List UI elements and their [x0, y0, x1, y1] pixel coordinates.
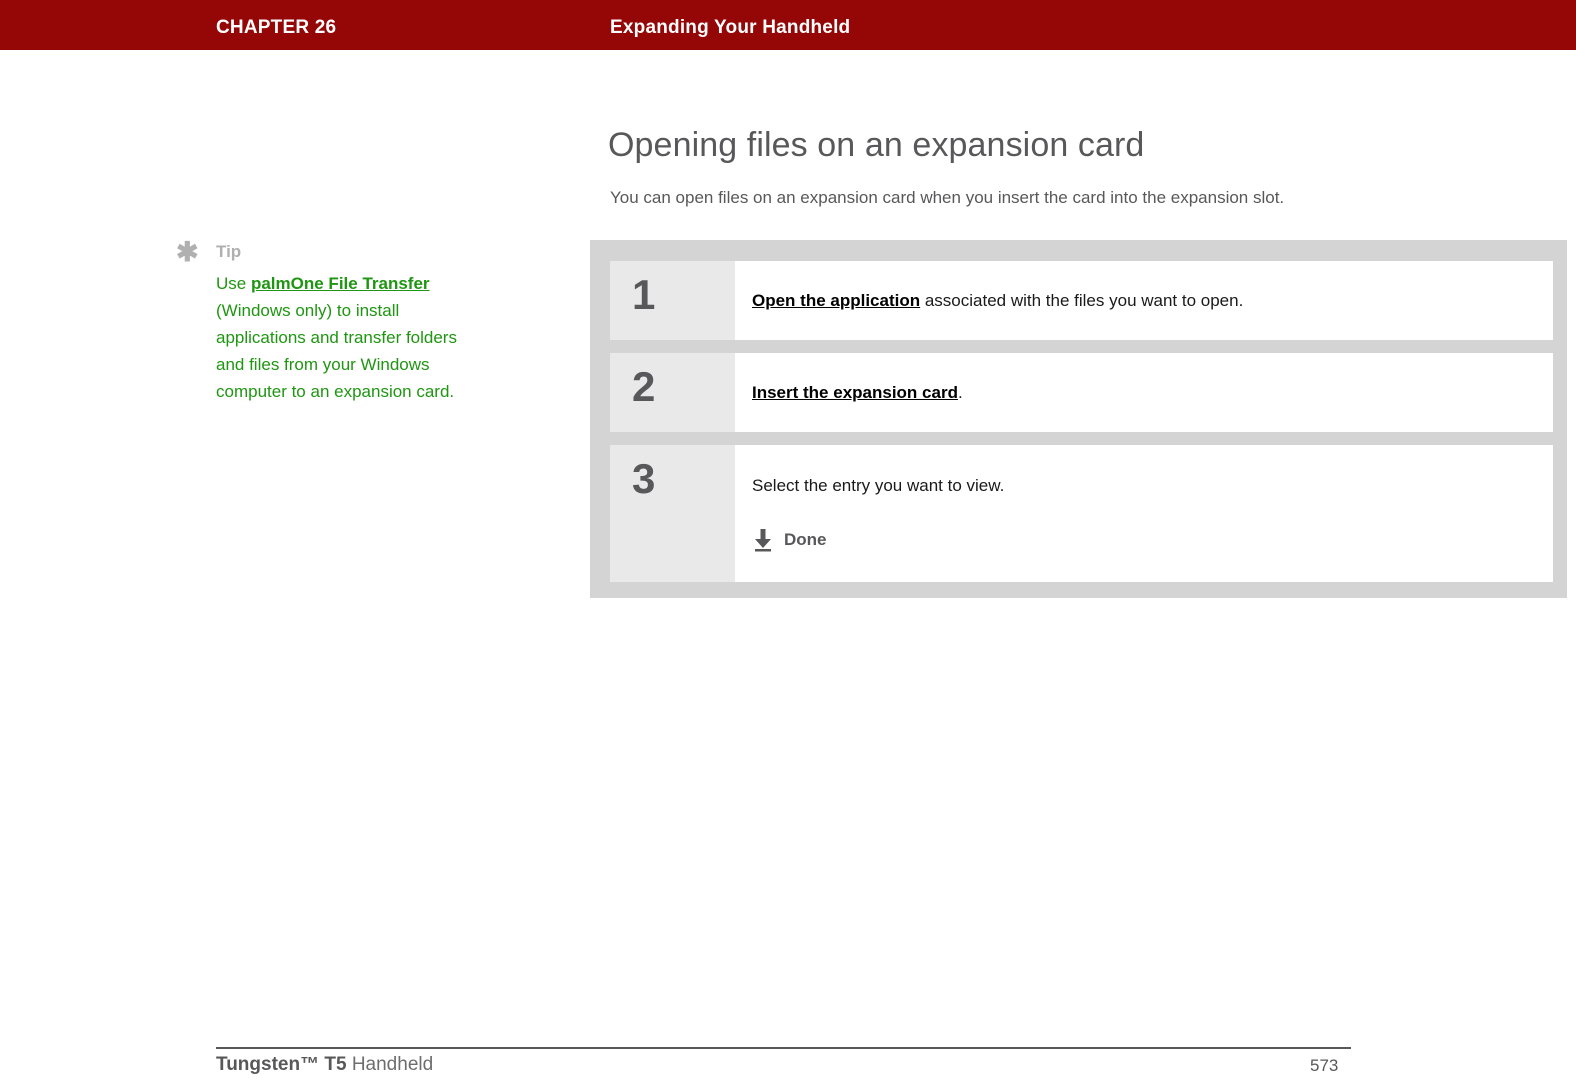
chapter-title: Expanding Your Handheld — [610, 17, 851, 38]
footer-divider — [216, 1047, 1351, 1049]
page-intro-text: You can open files on an expansion card … — [610, 188, 1285, 207]
chapter-label: CHAPTER 26 — [216, 17, 337, 38]
tip-text-before: Use — [216, 274, 251, 293]
page-title: Opening files on an expansion card — [608, 126, 1145, 164]
step-text: Insert the expansion card. — [752, 382, 1533, 404]
step-text: Select the entry you want to view. — [752, 476, 1005, 495]
step-number-cell: 3 — [610, 445, 735, 582]
tip-callout: ✱ Tip Use palmOne File Transfer (Windows… — [176, 237, 476, 402]
palmone-file-transfer-link[interactable]: palmOne File Transfer — [251, 274, 430, 293]
step-content-cell: Open the application associated with the… — [735, 261, 1553, 340]
tip-body: Use palmOne File Transfer (Windows only)… — [216, 270, 468, 405]
step-content-cell: Select the entry you want to view. Done — [735, 445, 1553, 582]
step-row: 1 Open the application associated with t… — [610, 261, 1553, 340]
footer-product-name: Tungsten™ T5 Handheld — [216, 1054, 433, 1076]
footer-product-suffix: Handheld — [346, 1054, 434, 1075]
footer-product-bold: Tungsten™ T5 — [216, 1054, 347, 1075]
download-arrow-icon — [755, 529, 771, 552]
step-number: 2 — [632, 363, 656, 410]
done-label: Done — [784, 530, 827, 549]
steps-panel: 1 Open the application associated with t… — [590, 240, 1567, 598]
step-number-cell: 1 — [610, 261, 735, 340]
open-the-application-link[interactable]: Open the application — [752, 291, 920, 310]
step-rest-text: . — [957, 383, 963, 402]
page-number: 573 — [1310, 1056, 1339, 1075]
tip-label: Tip — [216, 242, 242, 261]
insert-the-expansion-card-link[interactable]: Insert the expansion card — [752, 383, 958, 402]
step-number: 3 — [632, 455, 656, 502]
step-number: 1 — [632, 271, 656, 318]
step-row: 2 Insert the expansion card. — [610, 353, 1553, 432]
tip-text-after: (Windows only) to install applications a… — [216, 301, 457, 401]
step-content-cell: Insert the expansion card. — [735, 353, 1553, 432]
tip-header: ✱ Tip — [176, 237, 476, 267]
step-text: Open the application associated with the… — [752, 290, 1533, 312]
asterisk-icon: ✱ — [176, 237, 199, 267]
step-number-cell: 2 — [610, 353, 735, 432]
step-row: 3 Select the entry you want to view. Don… — [610, 445, 1553, 582]
step-rest-text: associated with the files you want to op… — [920, 291, 1244, 310]
done-marker: Done — [752, 528, 1533, 552]
